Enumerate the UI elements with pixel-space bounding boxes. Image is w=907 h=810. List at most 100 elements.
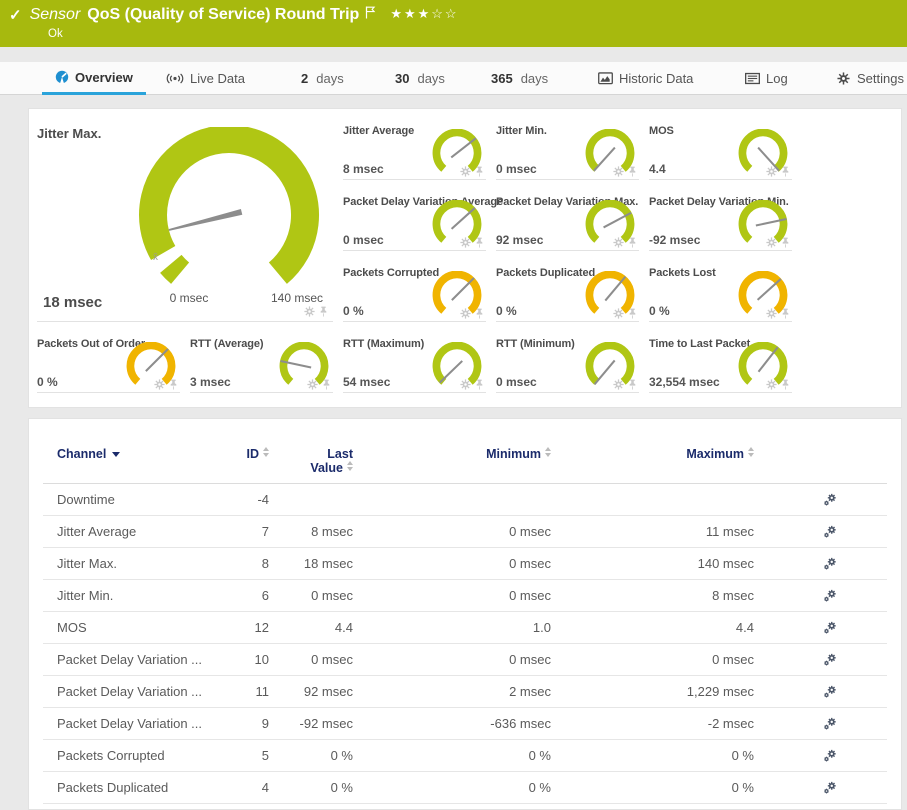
gauge-settings-gear-icon[interactable] bbox=[766, 237, 777, 248]
tab-30-days[interactable]: 30 days bbox=[395, 62, 445, 95]
channel-settings-gears-icon[interactable] bbox=[823, 717, 837, 731]
table-row-pdv-max[interactable]: Packet Delay Variation ... 11 92 msec 2 … bbox=[43, 676, 887, 708]
gauge-pin-icon[interactable] bbox=[474, 166, 485, 177]
cell-minimum: 0 % bbox=[353, 748, 551, 763]
table-row-packets-corrupted[interactable]: Packets Corrupted 5 0 % 0 % 0 % bbox=[43, 740, 887, 772]
gauge-value: 0 msec bbox=[343, 233, 384, 247]
cell-last-value: -92 msec bbox=[269, 716, 353, 731]
gauge-settings-gear-icon[interactable] bbox=[766, 308, 777, 319]
cell-minimum: 0 msec bbox=[353, 556, 551, 571]
table-row-packets-duplicated[interactable]: Packets Duplicated 4 0 % 0 % 0 % bbox=[43, 772, 887, 804]
column-header-maximum[interactable]: Maximum bbox=[551, 447, 754, 461]
tab-historic-data[interactable]: Historic Data bbox=[598, 62, 693, 95]
gauge-settings-gear-icon[interactable] bbox=[460, 166, 471, 177]
cell-last-value: 18 msec bbox=[269, 556, 353, 571]
gauge-pin-icon[interactable] bbox=[318, 306, 329, 317]
gauge-pin-icon[interactable] bbox=[627, 166, 638, 177]
flag-icon[interactable] bbox=[365, 6, 376, 19]
gauge-tile-pdv-min: Packet Delay Variation Min. -92 msec bbox=[649, 194, 792, 251]
gauge-tile-rtt-average: RTT (Average) 3 msec bbox=[190, 336, 333, 393]
tab-settings[interactable]: Settings bbox=[836, 62, 904, 95]
gauge-pin-icon[interactable] bbox=[321, 379, 332, 390]
channel-settings-gears-icon[interactable] bbox=[823, 685, 837, 699]
tab-2-days[interactable]: 2 days bbox=[301, 62, 344, 95]
gauge-pin-icon[interactable] bbox=[474, 308, 485, 319]
gauge-settings-gear-icon[interactable] bbox=[154, 379, 165, 390]
gauge-pin-icon[interactable] bbox=[780, 166, 791, 177]
gauge-tile-jitter-max: Jitter Max. x̄ 0 msec 140 msec 18 msec bbox=[37, 123, 333, 322]
tab-log[interactable]: Log bbox=[745, 62, 788, 95]
gauge-pin-icon[interactable] bbox=[474, 379, 485, 390]
cell-id: 6 bbox=[207, 588, 269, 603]
gauge-tile-packets-duplicated: Packets Duplicated 0 % bbox=[496, 265, 639, 322]
cell-channel: Packets Corrupted bbox=[57, 748, 207, 763]
gauge-settings-gear-icon[interactable] bbox=[613, 308, 624, 319]
table-row-jitter-average[interactable]: Jitter Average 7 8 msec 0 msec 11 msec bbox=[43, 516, 887, 548]
cell-last-value: 0 msec bbox=[269, 652, 353, 667]
gauge-value: 8 msec bbox=[343, 162, 384, 176]
table-row-jitter-max[interactable]: Jitter Max. 8 18 msec 0 msec 140 msec bbox=[43, 548, 887, 580]
column-header-channel[interactable]: Channel bbox=[57, 447, 207, 461]
gauge-value: 0 % bbox=[649, 304, 670, 318]
gauge-settings-gear-icon[interactable] bbox=[766, 379, 777, 390]
gauge-settings-gear-icon[interactable] bbox=[613, 379, 624, 390]
gauge-value: 0 % bbox=[343, 304, 364, 318]
gauge-settings-gear-icon[interactable] bbox=[304, 306, 315, 317]
column-header-last-value[interactable]: LastValue bbox=[269, 447, 353, 475]
gauge-settings-gear-icon[interactable] bbox=[307, 379, 318, 390]
gauge-pin-icon[interactable] bbox=[627, 379, 638, 390]
cell-minimum: 0 % bbox=[353, 780, 551, 795]
sensor-title: QoS (Quality of Service) Round Trip bbox=[87, 6, 359, 24]
channel-settings-gears-icon[interactable] bbox=[823, 557, 837, 571]
gauge-tile-rtt-minimum: RTT (Minimum) 0 msec bbox=[496, 336, 639, 393]
sort-caret-icon bbox=[112, 452, 120, 457]
gauge-icon bbox=[55, 70, 69, 84]
gauge-settings-gear-icon[interactable] bbox=[613, 237, 624, 248]
gauge-settings-gear-icon[interactable] bbox=[460, 379, 471, 390]
gauge-settings-gear-icon[interactable] bbox=[613, 166, 624, 177]
cell-maximum: 11 msec bbox=[551, 524, 754, 539]
cell-id: 7 bbox=[207, 524, 269, 539]
channel-settings-gears-icon[interactable] bbox=[823, 653, 837, 667]
table-row-jitter-min[interactable]: Jitter Min. 6 0 msec 0 msec 8 msec bbox=[43, 580, 887, 612]
gauge-pin-icon[interactable] bbox=[780, 237, 791, 248]
cell-minimum: 0 msec bbox=[353, 652, 551, 667]
gauge-value: 32,554 msec bbox=[649, 375, 720, 389]
channel-settings-gears-icon[interactable] bbox=[823, 589, 837, 603]
gauge-pin-icon[interactable] bbox=[780, 308, 791, 319]
cell-last-value: 92 msec bbox=[269, 684, 353, 699]
tab-live-data[interactable]: Live Data bbox=[166, 62, 245, 95]
cell-id: 10 bbox=[207, 652, 269, 667]
tab-label: Historic Data bbox=[619, 71, 693, 86]
table-row-pdv-average[interactable]: Packet Delay Variation ... 10 0 msec 0 m… bbox=[43, 644, 887, 676]
channel-settings-gears-icon[interactable] bbox=[823, 781, 837, 795]
gauges-panel: Jitter Max. x̄ 0 msec 140 msec 18 msec J… bbox=[28, 108, 902, 408]
cell-id: 8 bbox=[207, 556, 269, 571]
cell-id: 4 bbox=[207, 780, 269, 795]
gauge-pin-icon[interactable] bbox=[474, 237, 485, 248]
column-header-id[interactable]: ID bbox=[207, 447, 269, 461]
sensor-header: ✓ Sensor QoS (Quality of Service) Round … bbox=[0, 0, 907, 47]
gauge-pin-icon[interactable] bbox=[627, 237, 638, 248]
channel-settings-gears-icon[interactable] bbox=[823, 749, 837, 763]
settings-gear-icon bbox=[836, 72, 851, 85]
table-row-downtime[interactable]: Downtime -4 bbox=[43, 484, 887, 516]
channel-settings-gears-icon[interactable] bbox=[823, 525, 837, 539]
column-header-minimum[interactable]: Minimum bbox=[353, 447, 551, 461]
cell-id: 9 bbox=[207, 716, 269, 731]
gauge-pin-icon[interactable] bbox=[627, 308, 638, 319]
table-row-mos[interactable]: MOS 12 4.4 1.0 4.4 bbox=[43, 612, 887, 644]
channel-settings-gears-icon[interactable] bbox=[823, 621, 837, 635]
gauge-settings-gear-icon[interactable] bbox=[766, 166, 777, 177]
table-row-pdv-min[interactable]: Packet Delay Variation ... 9 -92 msec -6… bbox=[43, 708, 887, 740]
gauge-settings-gear-icon[interactable] bbox=[460, 237, 471, 248]
tab-label-number: 30 bbox=[395, 71, 409, 86]
gauge-settings-gear-icon[interactable] bbox=[460, 308, 471, 319]
channel-settings-gears-icon[interactable] bbox=[823, 493, 837, 507]
gauge-pin-icon[interactable] bbox=[780, 379, 791, 390]
tab-overview[interactable]: Overview bbox=[42, 62, 146, 95]
gauge-tile-packets-out-of-order: Packets Out of Order 0 % bbox=[37, 336, 180, 393]
tab-365-days[interactable]: 365 days bbox=[491, 62, 548, 95]
priority-stars[interactable]: ★★★☆☆ bbox=[390, 6, 458, 22]
gauge-pin-icon[interactable] bbox=[168, 379, 179, 390]
